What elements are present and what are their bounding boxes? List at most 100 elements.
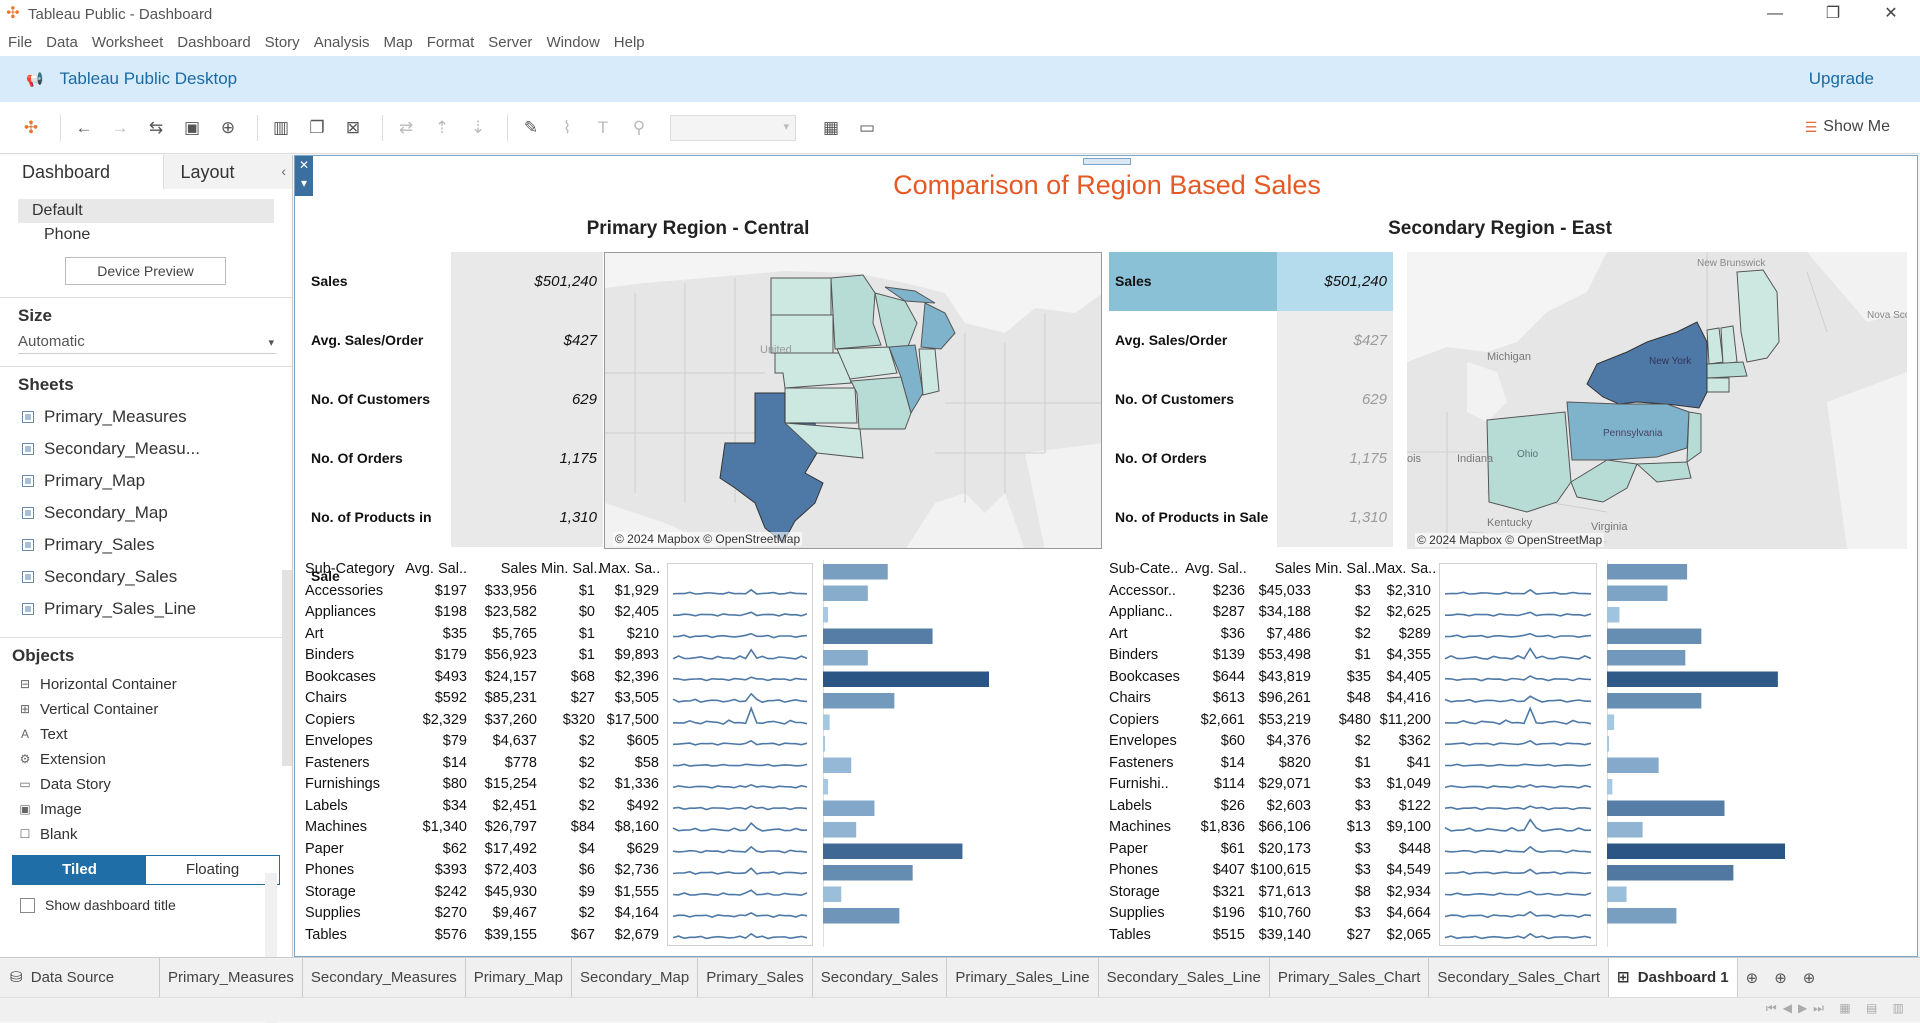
sheet-item[interactable]: Secondary_Measu... <box>0 433 292 465</box>
table-header[interactable]: Sub-Category <box>305 561 415 577</box>
minimize-button[interactable]: — <box>1746 0 1804 28</box>
sparkline[interactable] <box>672 889 808 897</box>
sales-bar[interactable] <box>823 822 857 838</box>
sparkline[interactable] <box>672 648 808 660</box>
sales-bar[interactable] <box>823 564 888 580</box>
swap-icon[interactable]: ⇄ <box>391 113 421 143</box>
sparkline[interactable] <box>672 632 808 639</box>
object-item[interactable]: ▣ Image <box>0 797 292 822</box>
duplicate-icon[interactable]: ❐ <box>302 113 332 143</box>
redo-icon[interactable]: → <box>105 113 135 143</box>
sparkline[interactable] <box>1444 675 1592 682</box>
sheet-item[interactable]: Primary_Measures <box>0 401 292 433</box>
sort-ascending-icon[interactable]: ⇡ <box>427 113 457 143</box>
menu-analysis[interactable]: Analysis <box>306 34 376 51</box>
sheet-navigation-icons[interactable]: ⏮◀▶⏭ ▦ ▤ ▥ <box>1766 1001 1910 1016</box>
sparkline[interactable] <box>1444 763 1592 767</box>
object-item[interactable]: ▭ Data Story <box>0 772 292 797</box>
sheet-item[interactable]: Primary_Sales_Line <box>0 593 292 625</box>
object-item[interactable]: ☐ Blank <box>0 822 292 847</box>
kpi-value[interactable]: $501,240 <box>1277 252 1393 311</box>
sales-bar[interactable] <box>1607 585 1668 602</box>
pin-icon[interactable]: ⚲ <box>624 113 654 143</box>
sales-bar[interactable] <box>1607 865 1734 881</box>
sparkline[interactable] <box>1444 632 1592 639</box>
close-button[interactable]: ✕ <box>1862 0 1920 28</box>
table-header[interactable]: Avg. Sal.. <box>405 561 467 577</box>
table-header[interactable]: Min. Sal.. <box>1315 561 1375 577</box>
sales-bar[interactable] <box>823 908 900 924</box>
sales-bar[interactable] <box>1607 886 1627 903</box>
sales-bar[interactable] <box>823 865 913 881</box>
device-preview-button[interactable]: Device Preview <box>65 257 226 285</box>
sales-bar[interactable] <box>1607 628 1702 645</box>
kpi-value[interactable]: 629 <box>1277 370 1393 429</box>
tableau-home-icon[interactable]: ✣ <box>16 113 46 143</box>
menu-help[interactable]: Help <box>606 34 651 51</box>
new-dashboard-icon[interactable]: ⊕ <box>1766 969 1795 987</box>
data-source-tab[interactable]: ⛁ Data Source <box>0 957 160 998</box>
maximize-button[interactable]: ❐ <box>1804 0 1862 28</box>
sheet-tab[interactable]: Primary_Measures <box>160 957 303 998</box>
sales-bar[interactable] <box>1607 822 1643 838</box>
sparkline[interactable] <box>1444 695 1592 703</box>
sales-bar[interactable] <box>823 693 895 709</box>
sales-bar[interactable] <box>1607 693 1702 709</box>
kpi-value[interactable]: 1,175 <box>451 429 603 488</box>
kpi-value[interactable]: $427 <box>451 311 603 370</box>
object-item[interactable]: ⊞ Vertical Container <box>0 697 292 722</box>
primary-map[interactable]: United © 2024 Mapbox © OpenStreetMap <box>604 252 1102 549</box>
sales-bar[interactable] <box>1607 736 1609 752</box>
menu-worksheet[interactable]: Worksheet <box>84 34 169 51</box>
object-item[interactable]: ⚙ Extension <box>0 747 292 772</box>
sales-bar[interactable] <box>1607 607 1620 623</box>
sales-bar[interactable] <box>823 585 868 602</box>
sparkline[interactable] <box>672 739 808 746</box>
sparkline[interactable] <box>672 706 808 725</box>
collapse-panel-icon[interactable]: ‹ <box>281 163 286 179</box>
sparkline[interactable] <box>672 692 808 704</box>
sparkline[interactable] <box>672 805 808 811</box>
sales-bar[interactable] <box>823 757 852 774</box>
menu-dashboard[interactable]: Dashboard <box>169 34 256 51</box>
sales-bar[interactable] <box>1607 714 1615 731</box>
menu-story[interactable]: Story <box>257 34 306 51</box>
kpi-value[interactable]: $427 <box>1277 311 1393 370</box>
kpi-value[interactable]: $501,240 <box>451 252 603 311</box>
sparkline[interactable] <box>672 783 808 789</box>
kpi-value[interactable]: 629 <box>451 370 603 429</box>
object-item[interactable]: A Text <box>0 722 292 747</box>
sheet-tab[interactable]: Secondary_Sales_Chart <box>1429 957 1610 998</box>
sparkline[interactable] <box>1444 783 1592 789</box>
highlight-icon[interactable]: ✎ <box>516 113 546 143</box>
device-default[interactable]: Default <box>18 199 274 223</box>
labels-icon[interactable]: T <box>588 113 618 143</box>
upgrade-link[interactable]: Upgrade <box>1809 69 1874 89</box>
sparkline[interactable] <box>1444 910 1592 919</box>
clear-icon[interactable]: ⊠ <box>338 113 368 143</box>
undo-icon[interactable]: ← <box>69 113 99 143</box>
sales-bar[interactable] <box>1607 779 1613 795</box>
sales-bar[interactable] <box>1607 564 1688 580</box>
replay-icon[interactable]: ⇆ <box>141 113 171 143</box>
new-datasource-icon[interactable]: ⊕ <box>213 113 243 143</box>
sparkline[interactable] <box>1444 647 1592 660</box>
table-header[interactable]: Sales <box>1245 561 1311 577</box>
table-header[interactable]: Min. Sal.. <box>541 561 601 577</box>
sales-bar[interactable] <box>1607 800 1725 817</box>
sheet-item[interactable]: Secondary_Map <box>0 497 292 529</box>
table-header[interactable]: Max. Sa.. <box>599 561 660 577</box>
tiled-button[interactable]: Tiled <box>13 856 146 884</box>
sparkline[interactable] <box>672 912 808 918</box>
sparkline[interactable] <box>672 676 808 682</box>
sheet-tab[interactable]: Primary_Sales_Line <box>947 957 1099 998</box>
menu-window[interactable]: Window <box>538 34 605 51</box>
sparkline[interactable] <box>672 845 808 854</box>
sales-bar[interactable] <box>1607 908 1677 924</box>
device-phone[interactable]: Phone <box>18 223 274 247</box>
sheet-tab[interactable]: Primary_Sales <box>698 957 813 998</box>
sheet-tab[interactable]: Secondary_Sales_Line <box>1099 957 1270 998</box>
sparkline[interactable] <box>672 763 808 767</box>
save-icon[interactable]: ▣ <box>177 113 207 143</box>
sales-bar[interactable] <box>823 671 989 688</box>
